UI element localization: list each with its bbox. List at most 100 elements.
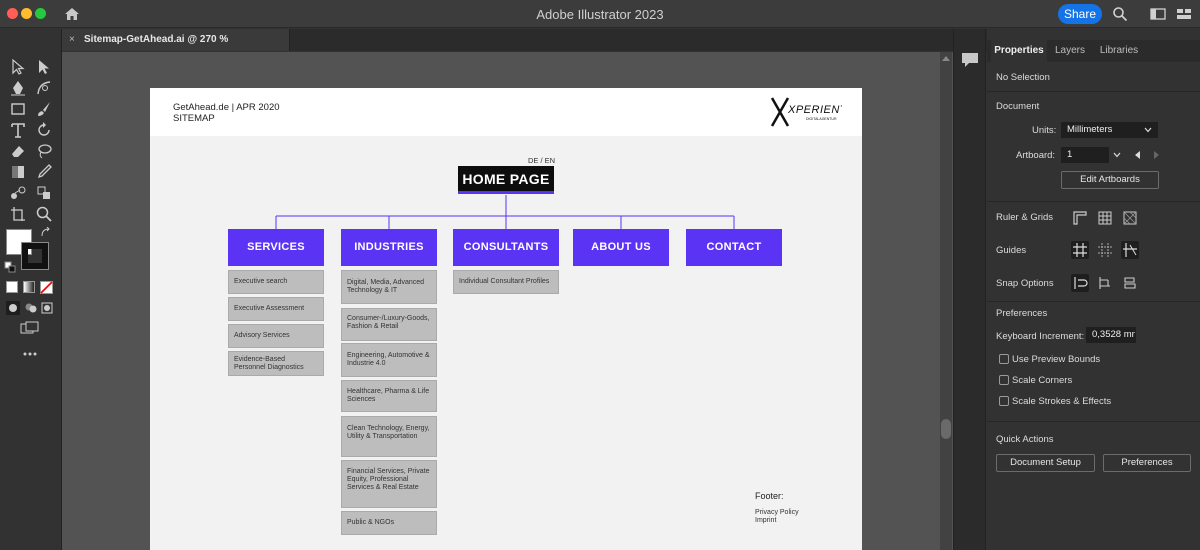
selection-status: No Selection <box>996 72 1050 83</box>
tab-libraries[interactable]: Libraries <box>1095 40 1143 62</box>
subpage-item: Consumer-/Luxury-Goods, Fashion & Retail <box>341 308 437 341</box>
pen-tool-icon[interactable] <box>9 79 27 97</box>
artboard-select[interactable]: 1 <box>1061 147 1109 163</box>
chevron-down-icon <box>1144 127 1152 133</box>
transparency-grid-icon[interactable] <box>1121 209 1139 227</box>
snap-to-glyph-icon[interactable] <box>1121 274 1139 292</box>
canvas-area[interactable]: GetAhead.de | APR 2020 SITEMAP XPERIENTS… <box>62 52 953 550</box>
panel-layout-icon[interactable] <box>1176 6 1192 22</box>
scroll-up-arrow-icon[interactable] <box>942 56 950 61</box>
rectangle-tool-icon[interactable] <box>9 100 27 118</box>
subpage-item: Executive Assessment <box>228 297 324 321</box>
ruler-grids-label: Ruler & Grids <box>996 212 1054 223</box>
eyedropper-tool-icon[interactable] <box>35 163 53 181</box>
guides-label: Guides <box>996 245 1027 256</box>
artboard-tool-icon[interactable] <box>9 205 27 223</box>
artboard-dropdown-chevron-icon[interactable] <box>1112 150 1122 160</box>
divider <box>987 91 1200 92</box>
category-services: SERVICES <box>228 229 324 266</box>
subpage-item: Executive search <box>228 270 324 294</box>
subpage-item: Evidence-Based Personnel Diagnostics <box>228 351 324 376</box>
preferences-button[interactable]: Preferences <box>1103 454 1191 472</box>
footer-link: Privacy Policy <box>755 509 799 516</box>
symbol-sprayer-tool-icon[interactable] <box>35 184 53 202</box>
vertical-scrollbar[interactable] <box>940 52 952 550</box>
title-bar: Adobe Illustrator 2023 Share <box>0 0 1200 28</box>
comments-icon[interactable] <box>961 52 979 68</box>
zoom-tool-icon[interactable] <box>35 205 53 223</box>
previous-artboard-icon[interactable] <box>1133 150 1143 160</box>
lasso-tool-icon[interactable] <box>35 142 53 160</box>
artboard[interactable]: GetAhead.de | APR 2020 SITEMAP XPERIENTS… <box>150 88 862 550</box>
divider <box>987 301 1200 302</box>
collapsed-panels-strip <box>953 29 986 550</box>
units-select[interactable]: Millimeters <box>1061 122 1158 138</box>
gradient-tool-icon[interactable] <box>9 163 27 181</box>
tab-layers[interactable]: Layers <box>1049 40 1091 62</box>
category-industries: INDUSTRIES <box>341 229 437 266</box>
subpage-item: Individual Consultant Profiles <box>453 270 559 294</box>
stroke-swatch[interactable] <box>21 242 49 270</box>
ruler-icon[interactable] <box>1071 209 1089 227</box>
subpage-item: Financial Services, Private Equity, Prof… <box>341 460 437 508</box>
tab-properties[interactable]: Properties <box>991 40 1047 62</box>
document-tab[interactable]: × Sitemap-GetAhead.ai @ 270 % (RGB/Previ… <box>62 29 290 67</box>
keyboard-increment-input[interactable]: 0,3528 mm <box>1086 327 1136 343</box>
direct-selection-tool-icon[interactable] <box>35 58 53 76</box>
selection-tool-icon[interactable] <box>9 58 27 76</box>
gradient-mode-button[interactable] <box>23 281 35 293</box>
workspace-switcher-icon[interactable] <box>1150 6 1166 22</box>
panel-tabs: Properties Layers Libraries <box>987 40 1200 62</box>
eraser-tool-icon[interactable] <box>9 142 27 160</box>
grid-icon[interactable] <box>1096 209 1114 227</box>
divider <box>987 201 1200 202</box>
color-mode-button[interactable] <box>6 281 18 293</box>
draw-inside-icon[interactable] <box>40 301 54 315</box>
subpage-item: Healthcare, Pharma & Life Sciences <box>341 380 437 412</box>
search-icon[interactable] <box>1112 6 1128 22</box>
show-guides-icon[interactable] <box>1071 241 1089 259</box>
category-about-us: ABOUT US <box>573 229 669 266</box>
smart-guides-icon[interactable] <box>1121 241 1139 259</box>
none-mode-icon[interactable] <box>40 281 53 294</box>
subpage-item: Advisory Services <box>228 324 324 348</box>
scale-corners-checkbox[interactable] <box>999 375 1009 385</box>
units-value: Millimeters <box>1067 124 1113 135</box>
edit-artboards-button[interactable]: Edit Artboards <box>1061 171 1159 189</box>
units-label: Units: <box>1032 125 1057 136</box>
type-tool-icon[interactable] <box>9 121 27 139</box>
divider <box>987 421 1200 422</box>
default-colors-icon[interactable] <box>4 261 16 273</box>
document-setup-button[interactable]: Document Setup <box>996 454 1095 472</box>
scrollbar-thumb[interactable] <box>941 419 951 439</box>
preferences-heading: Preferences <box>996 308 1048 319</box>
footer-link: Imprint <box>755 517 777 524</box>
snap-to-point-icon[interactable] <box>1071 274 1089 292</box>
close-tab-icon[interactable]: × <box>69 29 75 51</box>
blend-tool-icon[interactable] <box>9 184 27 202</box>
lock-guides-icon[interactable] <box>1096 241 1114 259</box>
checkbox-label: Scale Strokes & Effects <box>1012 396 1112 407</box>
properties-panel: Properties Layers Libraries No Selection… <box>987 29 1200 550</box>
category-contact: CONTACT <box>686 229 782 266</box>
subpage-item: Clean Technology, Energy, Utility & Tran… <box>341 416 437 457</box>
share-button[interactable]: Share <box>1058 4 1102 24</box>
artboard-label: Artboard: <box>1016 150 1056 161</box>
subpage-item: Public & NGOs <box>341 511 437 535</box>
draw-behind-icon[interactable] <box>24 301 38 315</box>
draw-normal-icon[interactable] <box>6 301 20 315</box>
quick-actions-heading: Quick Actions <box>996 434 1054 445</box>
next-artboard-icon[interactable] <box>1151 150 1161 160</box>
snap-options-label: Snap Options <box>996 278 1054 289</box>
snap-to-pixel-icon[interactable] <box>1096 274 1114 292</box>
screen-mode-icon[interactable] <box>20 321 40 335</box>
curvature-tool-icon[interactable] <box>35 79 53 97</box>
scale-strokes-effects-checkbox[interactable] <box>999 396 1009 406</box>
swap-fill-stroke-icon[interactable] <box>40 227 52 239</box>
paintbrush-tool-icon[interactable] <box>35 100 53 118</box>
use-preview-bounds-checkbox[interactable] <box>999 354 1009 364</box>
tools-panel <box>0 29 62 550</box>
more-tools-icon[interactable] <box>22 351 38 357</box>
document-heading: Document <box>996 101 1040 112</box>
rotate-tool-icon[interactable] <box>35 121 53 139</box>
